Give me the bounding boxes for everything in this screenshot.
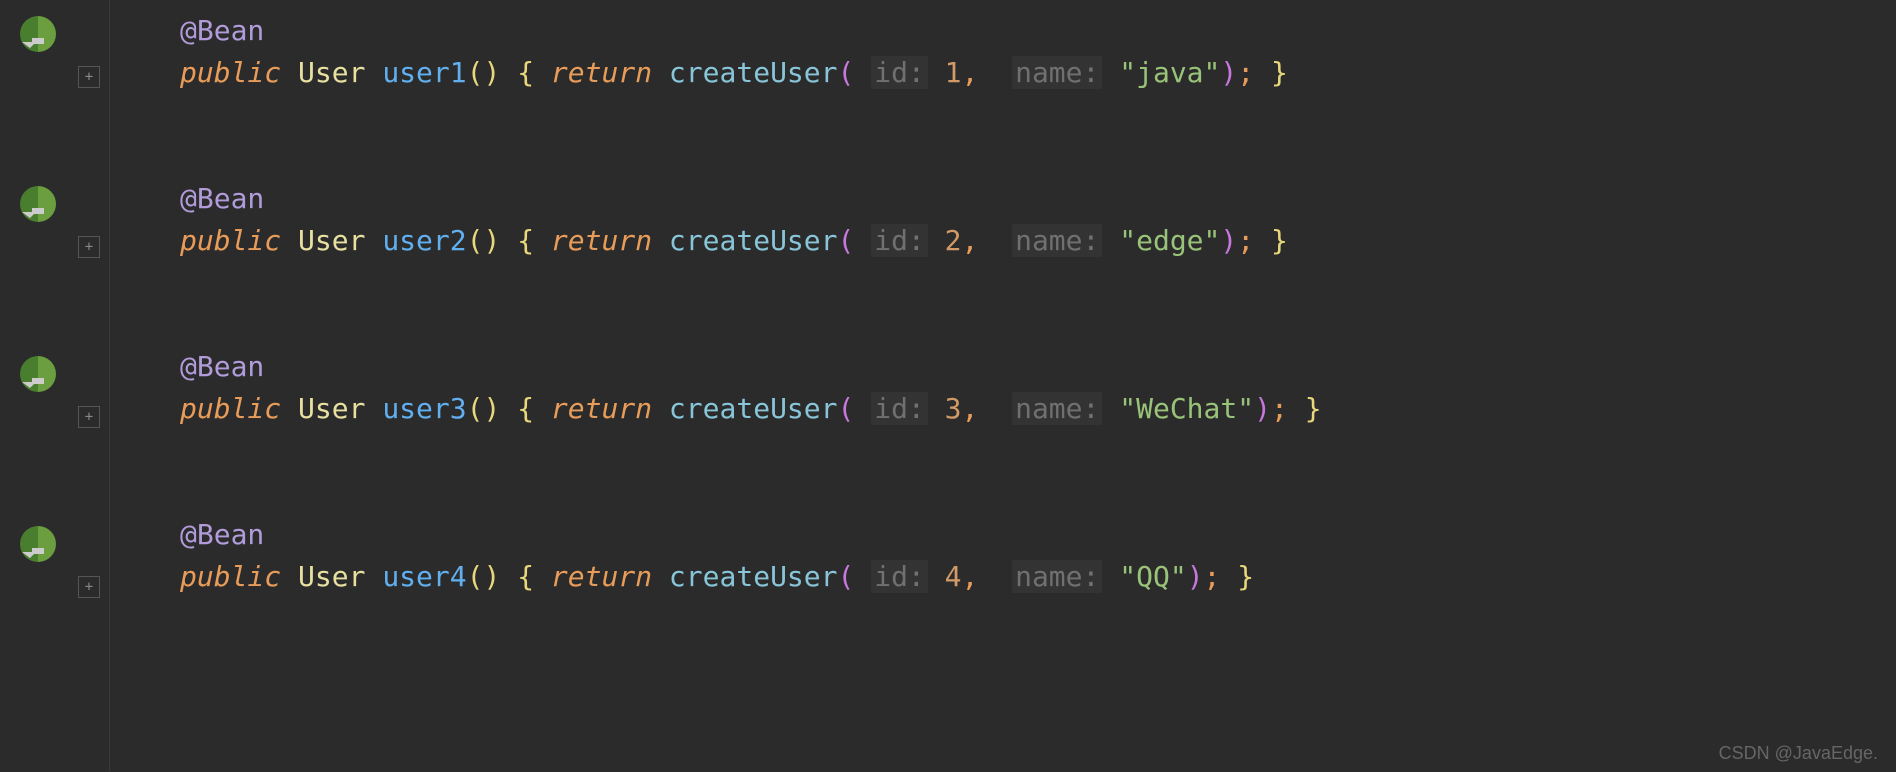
bean-gutter-icon[interactable] (18, 354, 58, 394)
code-line: public User user1() { return createUser(… (180, 52, 1896, 94)
method-name: user3 (382, 392, 466, 425)
semicolon: ; (1237, 56, 1254, 89)
param-hint: name: (1012, 56, 1102, 89)
comma: , (962, 392, 979, 425)
method-call: createUser (669, 560, 838, 593)
fold-plus: + (85, 240, 93, 254)
paren-open: () (467, 224, 501, 257)
code-line: @Bean (180, 178, 1896, 220)
brace-open: { (517, 56, 534, 89)
bean-gutter-icon[interactable] (18, 14, 58, 54)
brace-open: { (517, 560, 534, 593)
paren-open: ( (838, 560, 855, 593)
paren-close: ) (1254, 392, 1271, 425)
param-hint: id: (871, 224, 928, 257)
bean-block: @Bean public User user4() { return creat… (180, 514, 1896, 598)
comma: , (962, 56, 979, 89)
bean-block: @Bean public User user2() { return creat… (180, 178, 1896, 262)
code-line: @Bean (180, 10, 1896, 52)
keyword-return: return (551, 224, 652, 257)
watermark-text: CSDN @JavaEdge. (1719, 743, 1878, 764)
editor-gutter: + + + (0, 0, 110, 772)
keyword-return: return (551, 392, 652, 425)
bean-block: @Bean public User user1() { return creat… (180, 10, 1896, 94)
paren-open: ( (838, 392, 855, 425)
semicolon: ; (1271, 392, 1288, 425)
string-literal: "java" (1119, 56, 1220, 89)
method-call: createUser (669, 224, 838, 257)
fold-marker[interactable]: + (78, 406, 100, 428)
code-line: @Bean (180, 514, 1896, 556)
brace-close: } (1271, 56, 1288, 89)
keyword-public: public (180, 392, 281, 425)
type-name: User (298, 224, 365, 257)
keyword-return: return (551, 560, 652, 593)
bean-block: @Bean public User user3() { return creat… (180, 346, 1896, 430)
param-hint: name: (1012, 224, 1102, 257)
method-call: createUser (669, 56, 838, 89)
semicolon: ; (1237, 224, 1254, 257)
paren-open: ( (838, 56, 855, 89)
fold-plus: + (85, 410, 93, 424)
param-hint: id: (871, 56, 928, 89)
brace-close: } (1271, 224, 1288, 257)
paren-open: () (467, 392, 501, 425)
keyword-public: public (180, 56, 281, 89)
brace-close: } (1237, 560, 1254, 593)
paren-close: ) (1187, 560, 1204, 593)
comma: , (962, 560, 979, 593)
code-content[interactable]: @Bean public User user1() { return creat… (110, 0, 1896, 772)
string-literal: "QQ" (1119, 560, 1186, 593)
code-line: public User user2() { return createUser(… (180, 220, 1896, 262)
keyword-public: public (180, 560, 281, 593)
param-hint: id: (871, 560, 928, 593)
code-editor: + + + (0, 0, 1896, 772)
fold-marker[interactable]: + (78, 236, 100, 258)
method-name: user4 (382, 560, 466, 593)
brace-open: { (517, 224, 534, 257)
keyword-public: public (180, 224, 281, 257)
code-line: public User user4() { return createUser(… (180, 556, 1896, 598)
string-literal: "WeChat" (1119, 392, 1254, 425)
string-literal: "edge" (1119, 224, 1220, 257)
bean-gutter-icon[interactable] (18, 184, 58, 224)
method-name: user2 (382, 224, 466, 257)
keyword-return: return (551, 56, 652, 89)
method-call: createUser (669, 392, 838, 425)
paren-open: () (467, 56, 501, 89)
number-literal: 3 (945, 392, 962, 425)
param-hint: name: (1012, 560, 1102, 593)
param-hint: id: (871, 392, 928, 425)
annotation: @Bean (180, 14, 264, 47)
paren-open: () (467, 560, 501, 593)
semicolon: ; (1204, 560, 1221, 593)
paren-close: ) (1220, 56, 1237, 89)
fold-marker[interactable]: + (78, 66, 100, 88)
fold-plus: + (85, 70, 93, 84)
method-name: user1 (382, 56, 466, 89)
code-line: @Bean (180, 346, 1896, 388)
param-hint: name: (1012, 392, 1102, 425)
number-literal: 1 (945, 56, 962, 89)
fold-marker[interactable]: + (78, 576, 100, 598)
number-literal: 4 (945, 560, 962, 593)
brace-open: { (517, 392, 534, 425)
code-line: public User user3() { return createUser(… (180, 388, 1896, 430)
bean-gutter-icon[interactable] (18, 524, 58, 564)
paren-open: ( (838, 224, 855, 257)
type-name: User (298, 392, 365, 425)
annotation: @Bean (180, 182, 264, 215)
brace-close: } (1305, 392, 1322, 425)
paren-close: ) (1220, 224, 1237, 257)
number-literal: 2 (945, 224, 962, 257)
fold-plus: + (85, 580, 93, 594)
annotation: @Bean (180, 350, 264, 383)
type-name: User (298, 56, 365, 89)
type-name: User (298, 560, 365, 593)
annotation: @Bean (180, 518, 264, 551)
comma: , (962, 224, 979, 257)
